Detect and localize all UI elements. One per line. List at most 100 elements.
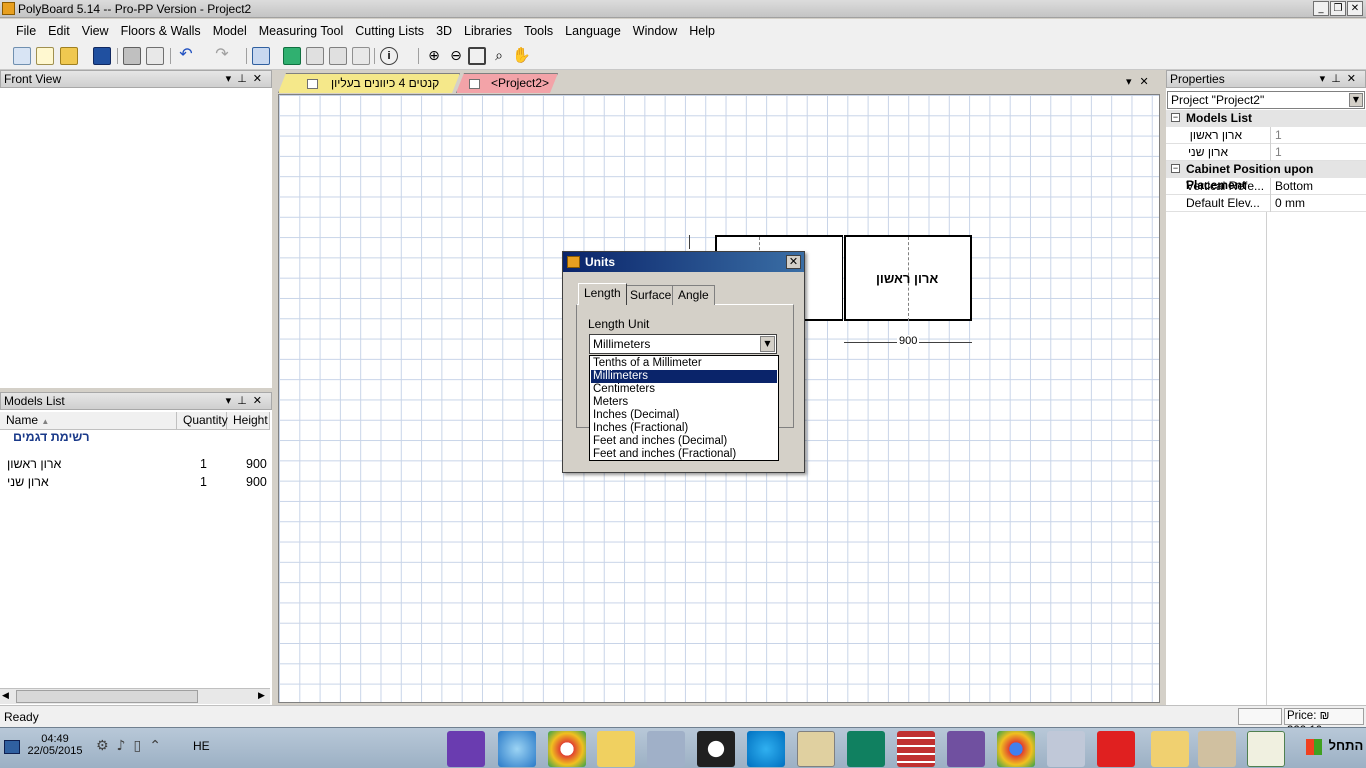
scroll-left-icon[interactable]: ◀ — [2, 691, 9, 701]
option-centimeters[interactable]: Centimeters — [591, 383, 777, 396]
print-preview-icon[interactable] — [146, 47, 164, 65]
tab-controls-icon[interactable]: ▾✕ — [1126, 75, 1157, 88]
property-row[interactable]: ארון ראשון 1 — [1166, 127, 1366, 144]
visual-studio-icon[interactable] — [447, 731, 485, 767]
category-cabinet-position[interactable]: − Cabinet Position upon Placement — [1166, 161, 1366, 192]
app-icon[interactable] — [847, 731, 885, 767]
messenger-icon[interactable] — [498, 731, 536, 767]
tab-document-1[interactable]: קנטים 4 כיוונים בעליון — [278, 73, 460, 93]
dropdown-arrow-icon[interactable]: ▼ — [760, 336, 775, 352]
menu-libraries[interactable]: Libraries — [458, 24, 518, 38]
close-window-button[interactable]: ✕ — [1347, 1, 1363, 16]
collapse-icon[interactable]: − — [1171, 113, 1180, 122]
property-row[interactable]: Default Elev... 0 mm — [1166, 195, 1366, 212]
polyboard-icon[interactable] — [797, 731, 835, 767]
pan-hand-icon[interactable]: ✋ — [512, 47, 531, 65]
option-meters[interactable]: Meters — [591, 396, 777, 409]
dialog-title-bar[interactable]: Units ✕ — [563, 252, 804, 272]
option-inches-fractional[interactable]: Inches (Fractional) — [591, 422, 777, 435]
redo-icon[interactable]: ↷ — [213, 47, 231, 65]
collapse-icon[interactable]: − — [1171, 164, 1180, 173]
menu-file[interactable]: File — [10, 24, 42, 38]
save-icon[interactable] — [93, 47, 111, 65]
scroll-thumb[interactable] — [16, 690, 198, 703]
option-tenths-mm[interactable]: Tenths of a Millimeter — [591, 357, 777, 370]
tab-length[interactable]: Length — [578, 283, 627, 305]
option-inches-decimal[interactable]: Inches (Decimal) — [591, 409, 777, 422]
firewall-icon[interactable] — [897, 731, 935, 767]
menu-floors-walls[interactable]: Floors & Walls — [115, 24, 207, 38]
menu-3d[interactable]: 3D — [430, 24, 458, 38]
paint-icon[interactable] — [1198, 731, 1236, 767]
column-height[interactable]: Height — [227, 412, 270, 430]
select-mode-icon[interactable] — [252, 47, 270, 65]
category-models-list[interactable]: − Models List — [1166, 110, 1366, 127]
menu-window[interactable]: Window — [627, 24, 683, 38]
menu-help[interactable]: Help — [683, 24, 721, 38]
property-row[interactable]: Vertical Refe... Bottom — [1166, 178, 1366, 195]
column-quantity[interactable]: Quantity — [177, 412, 228, 430]
language-indicator[interactable]: HE — [193, 739, 210, 753]
mail-icon[interactable] — [597, 731, 635, 767]
panel-controls-icon[interactable]: ▾⊥✕ — [1320, 71, 1362, 87]
explorer-icon[interactable] — [1151, 731, 1189, 767]
zoom-in-icon[interactable]: ⊕ — [425, 47, 443, 65]
menu-model[interactable]: Model — [207, 24, 253, 38]
tray-icons[interactable]: ⚙♪▯⌃ — [96, 738, 169, 754]
menu-cutting-lists[interactable]: Cutting Lists — [349, 24, 430, 38]
length-unit-select[interactable]: Millimeters ▼ — [589, 334, 777, 354]
dimension-value: 900 — [897, 335, 920, 347]
notes-icon[interactable] — [1247, 731, 1285, 767]
show-desktop-icon[interactable] — [4, 740, 20, 754]
undo-icon[interactable]: ↶ — [177, 47, 195, 65]
open-folder-icon[interactable] — [60, 47, 78, 65]
tab-project2[interactable]: <Project2> — [456, 73, 558, 93]
minimize-button[interactable]: _ — [1313, 1, 1329, 16]
zoom-window-icon[interactable]: ⌕ — [490, 47, 508, 65]
info-icon[interactable]: i — [380, 47, 398, 65]
shelf-icon[interactable] — [306, 47, 324, 65]
option-millimeters[interactable]: Millimeters — [591, 370, 777, 383]
calculator-icon[interactable] — [1047, 731, 1085, 767]
window-title: PolyBoard 5.14 -- Pro-PP Version - Proje… — [18, 2, 252, 16]
object-selector[interactable]: Project "Project2" ▼ — [1167, 91, 1365, 109]
door-icon[interactable] — [329, 47, 347, 65]
tab-surface[interactable]: Surface — [624, 285, 678, 305]
dialog-close-button[interactable]: ✕ — [786, 255, 801, 269]
tab-angle[interactable]: Angle — [672, 285, 715, 305]
property-row[interactable]: ארון שני 1 — [1166, 144, 1366, 161]
table-row[interactable]: ארון ראשון 1 900 — [0, 457, 270, 475]
scroll-right-icon[interactable]: ▶ — [258, 691, 265, 701]
option-feet-inches-decimal[interactable]: Feet and inches (Decimal) — [591, 435, 777, 448]
horizontal-scrollbar[interactable]: ◀ ▶ — [0, 688, 270, 704]
panel-controls-icon[interactable]: ▾⊥✕ — [226, 393, 268, 409]
network-icon[interactable] — [647, 731, 685, 767]
clock[interactable]: 04:49 22/05/2015 — [26, 733, 84, 757]
column-name[interactable]: Name ▲ — [0, 412, 177, 430]
menu-view[interactable]: View — [76, 24, 115, 38]
n-app-icon[interactable] — [1097, 731, 1135, 767]
zoom-extents-icon[interactable] — [468, 47, 486, 65]
dropdown-arrow-icon[interactable]: ▼ — [1349, 93, 1363, 107]
chrome-icon[interactable] — [997, 731, 1035, 767]
option-feet-inches-fractional[interactable]: Feet and inches (Fractional) — [591, 448, 777, 461]
zoom-out-icon[interactable]: ⊖ — [447, 47, 465, 65]
cabinet-1-drawing[interactable]: ארון ראשון — [844, 235, 972, 321]
menu-tools[interactable]: Tools — [518, 24, 559, 38]
restore-button[interactable]: ❐ — [1330, 1, 1346, 16]
menu-measuring-tool[interactable]: Measuring Tool — [253, 24, 350, 38]
new-project-icon[interactable] — [36, 47, 54, 65]
panel-controls-icon[interactable]: ▾⊥✕ — [226, 71, 268, 87]
print-icon[interactable] — [123, 47, 141, 65]
yin-yang-icon[interactable] — [697, 731, 735, 767]
skype-icon[interactable] — [747, 731, 785, 767]
editor-icon[interactable] — [947, 731, 985, 767]
menu-edit[interactable]: Edit — [42, 24, 76, 38]
table-row[interactable]: ארון שני 1 900 — [0, 475, 270, 493]
start-button[interactable]: התחל — [1306, 738, 1363, 755]
new-icon[interactable] — [13, 47, 31, 65]
chrome-canary-icon[interactable] — [548, 731, 586, 767]
drawer-icon[interactable] — [352, 47, 370, 65]
menu-language[interactable]: Language — [559, 24, 627, 38]
cabinet-icon[interactable] — [283, 47, 301, 65]
